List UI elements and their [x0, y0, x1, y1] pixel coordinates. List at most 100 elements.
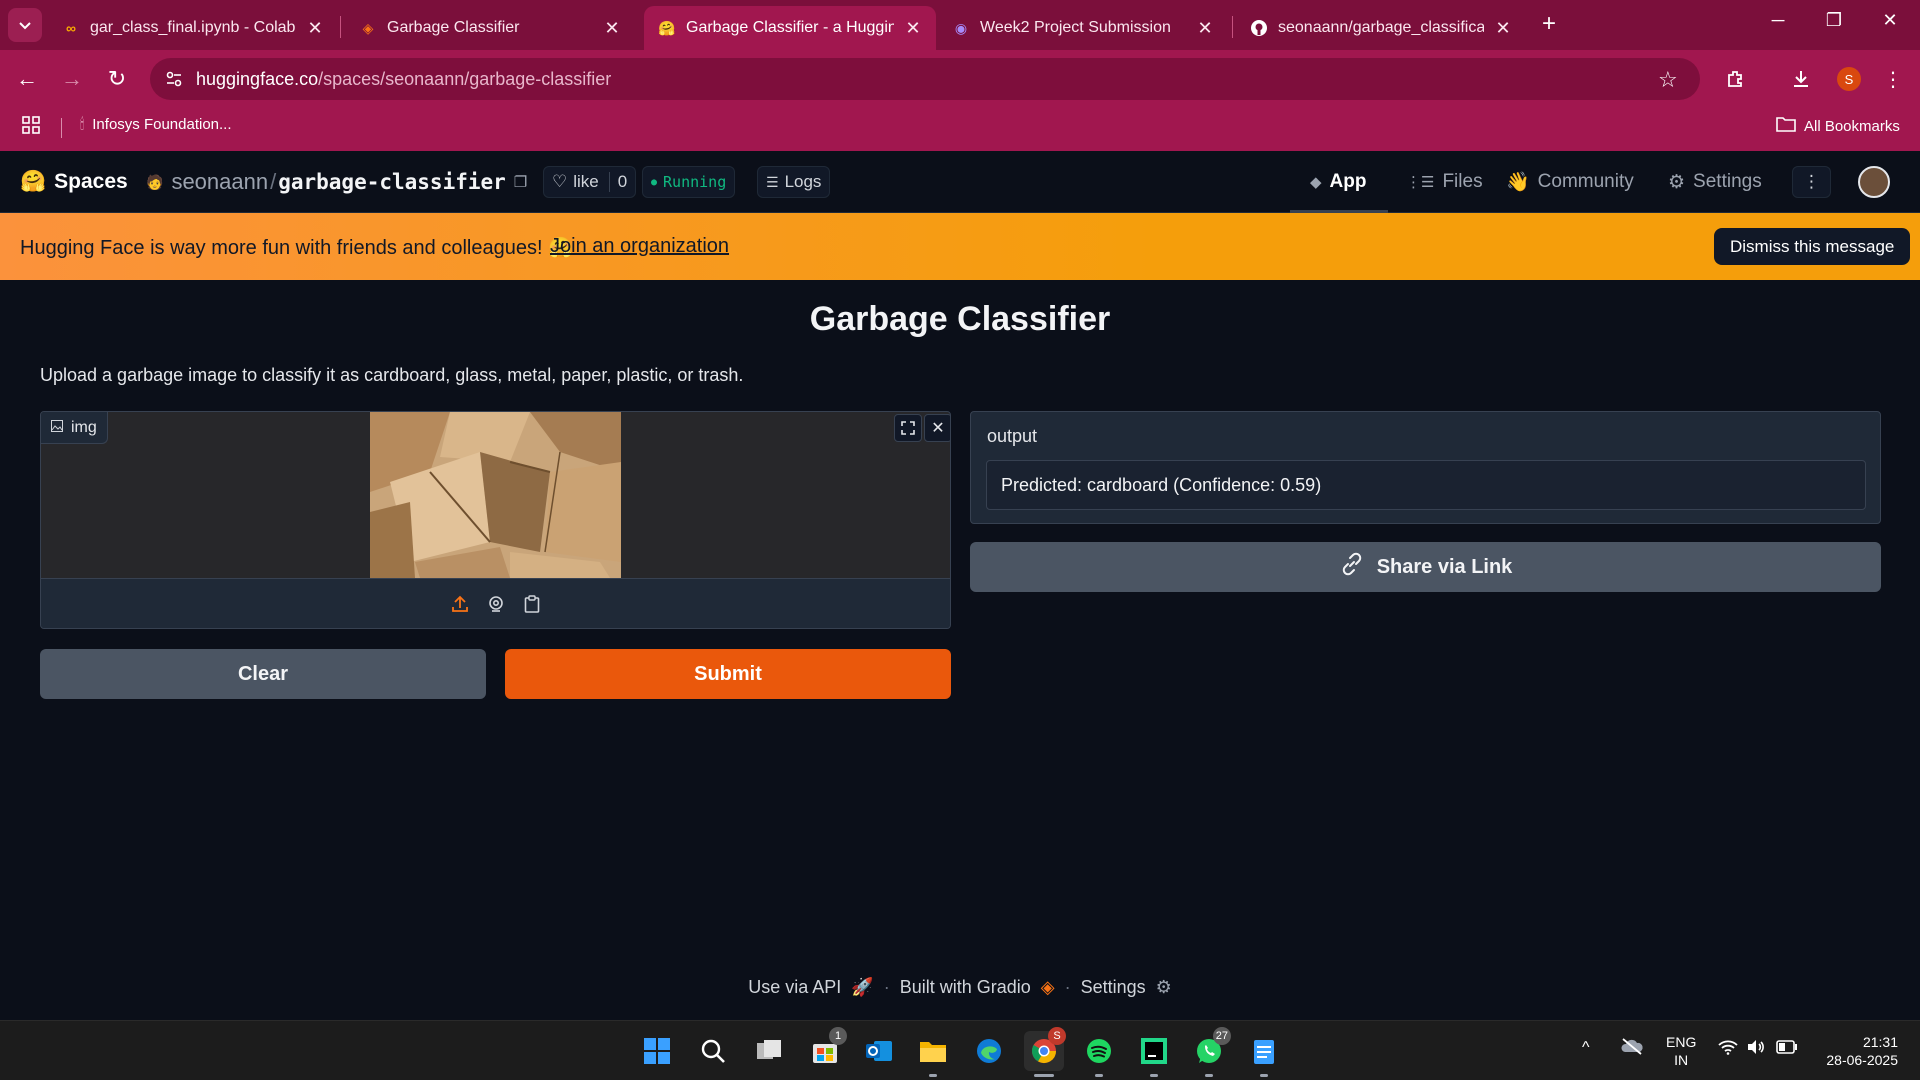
tab-forms[interactable]: ◉ Week2 Project Submission ✕: [938, 6, 1228, 50]
tab-colab[interactable]: ∞ gar_class_final.ipynb - Colab ✕: [48, 6, 338, 50]
logs-button[interactable]: ☰ Logs: [757, 166, 831, 198]
dismiss-button[interactable]: Dismiss this message: [1714, 228, 1911, 265]
built-with-gradio-link[interactable]: Built with Gradio: [900, 977, 1031, 998]
minimize-icon[interactable]: ─: [1758, 10, 1798, 31]
tab-huggingface[interactable]: 🤗 Garbage Classifier - a Hugging Face Sp…: [644, 6, 936, 50]
gradio-app: Garbage Classifier Upload a garbage imag…: [0, 280, 1920, 1020]
apps-grid-icon[interactable]: [22, 116, 40, 134]
tab-title: gar_class_final.ipynb - Colab: [90, 19, 296, 36]
spaces-label: Spaces: [54, 170, 128, 193]
huggingface-icon: 🤗: [658, 19, 676, 36]
share-label: Share via Link: [1376, 555, 1513, 578]
clock[interactable]: 21:31 28-06-2025: [1818, 1033, 1898, 1069]
close-tab-icon[interactable]: ✕: [1196, 18, 1214, 39]
tab-title: Week2 Project Submission: [980, 19, 1171, 36]
spotify-icon[interactable]: [1079, 1031, 1119, 1077]
whatsapp-icon[interactable]: 27: [1189, 1027, 1231, 1077]
new-tab-button[interactable]: +: [1542, 10, 1556, 38]
status-dot-icon: ●: [651, 176, 658, 188]
reload-icon[interactable]: ↻: [100, 62, 134, 96]
browser-toolbar: ← → ↻ huggingface.co/spaces/seonaann/gar…: [0, 50, 1920, 108]
submit-button[interactable]: Submit: [505, 649, 951, 699]
download-icon[interactable]: [1784, 62, 1818, 96]
tab-separator: [340, 16, 341, 38]
like-button[interactable]: ♡ like 0: [543, 166, 637, 198]
running-indicator: [1260, 1074, 1268, 1077]
restore-icon[interactable]: ❐: [1814, 10, 1854, 31]
site-info-icon[interactable]: [164, 69, 184, 94]
edge-icon[interactable]: [969, 1031, 1009, 1071]
nav-app[interactable]: ◆ App: [1310, 151, 1366, 213]
close-tab-icon[interactable]: ✕: [306, 18, 324, 39]
folder-icon: [1776, 116, 1796, 136]
share-via-link-button[interactable]: Share via Link: [970, 542, 1881, 592]
clipboard-icon[interactable]: [521, 593, 543, 615]
bookmark-infosys[interactable]: 🕯 Infosys Foundation...: [80, 116, 232, 133]
onedrive-off-icon[interactable]: [1620, 1037, 1644, 1058]
lang-label: ENG: [1666, 1034, 1697, 1050]
use-via-api-link[interactable]: Use via API: [748, 977, 841, 998]
more-options-button[interactable]: ⋮: [1792, 166, 1831, 198]
extensions-icon[interactable]: [1718, 62, 1752, 96]
notepad-icon[interactable]: [1244, 1031, 1284, 1077]
all-bookmarks-label: All Bookmarks: [1804, 117, 1900, 135]
space-repo[interactable]: garbage-classifier: [278, 170, 506, 194]
nav-settings-label: Settings: [1693, 171, 1762, 192]
nav-community[interactable]: 👋 Community: [1506, 151, 1634, 213]
copy-icon[interactable]: ❐: [514, 173, 527, 191]
logs-icon: ☰: [766, 173, 779, 190]
clear-button[interactable]: Clear: [40, 649, 486, 699]
uploaded-image-preview: [370, 412, 621, 578]
footer-settings-link[interactable]: Settings: [1081, 977, 1146, 998]
huggingface-icon: 🤗: [20, 170, 47, 193]
close-tab-icon[interactable]: ✕: [1494, 18, 1512, 39]
rocket-icon: 🚀: [851, 977, 874, 997]
user-avatar[interactable]: [1858, 166, 1890, 198]
battery-icon[interactable]: [1776, 1040, 1798, 1057]
output-panel: output Predicted: cardboard (Confidence:…: [970, 411, 1881, 524]
window-close-icon[interactable]: ✕: [1870, 10, 1910, 31]
nav-files[interactable]: ⋮☰ Files: [1406, 151, 1483, 213]
volume-icon[interactable]: [1746, 1039, 1766, 1058]
forms-icon: ◉: [954, 19, 968, 36]
fullscreen-icon[interactable]: [894, 414, 922, 442]
tab-github[interactable]: seonaann/garbage_classification ✕: [1236, 6, 1526, 50]
search-icon[interactable]: [693, 1031, 733, 1071]
nav-settings[interactable]: ⚙ Settings: [1668, 151, 1762, 213]
spaces-logo[interactable]: 🤗 Spaces: [20, 151, 128, 213]
forward-icon[interactable]: →: [55, 62, 89, 96]
tab-title: seonaann/garbage_classification: [1278, 19, 1484, 36]
chrome-icon[interactable]: S: [1024, 1027, 1066, 1077]
language-indicator[interactable]: ENG IN: [1666, 1033, 1696, 1069]
webcam-icon[interactable]: [485, 593, 507, 615]
windows-start-icon[interactable]: [637, 1031, 677, 1071]
space-owner[interactable]: seonaann: [171, 169, 268, 195]
owner-avatar-icon: 🧑: [146, 173, 164, 190]
store-icon[interactable]: 1: [805, 1027, 847, 1071]
tab-search-button[interactable]: [8, 8, 42, 42]
file-explorer-icon[interactable]: [913, 1031, 953, 1077]
task-view-icon[interactable]: [749, 1031, 789, 1071]
profile-avatar[interactable]: S: [1837, 67, 1861, 91]
url-host: huggingface.co: [196, 68, 319, 89]
address-bar[interactable]: huggingface.co/spaces/seonaann/garbage-c…: [150, 58, 1700, 100]
path-slash: /: [270, 169, 277, 194]
close-tab-icon[interactable]: ✕: [904, 18, 922, 39]
all-bookmarks[interactable]: All Bookmarks: [1776, 116, 1900, 136]
running-indicator: [1034, 1074, 1054, 1077]
back-icon[interactable]: ←: [10, 62, 44, 96]
bookmark-separator: [61, 118, 62, 138]
bookmark-star-icon[interactable]: ☆: [1658, 67, 1678, 93]
pycharm-icon[interactable]: [1134, 1031, 1174, 1077]
output-textbox[interactable]: Predicted: cardboard (Confidence: 0.59): [986, 460, 1866, 510]
outlook-icon[interactable]: [859, 1031, 899, 1071]
tab-gradio[interactable]: ◈ Garbage Classifier ✕: [345, 6, 635, 50]
clear-image-icon[interactable]: ✕: [924, 414, 950, 442]
upload-icon[interactable]: [449, 593, 471, 615]
join-organization-link[interactable]: Join an organization: [550, 235, 729, 258]
close-tab-icon[interactable]: ✕: [603, 18, 621, 39]
wifi-icon[interactable]: [1718, 1039, 1738, 1058]
menu-kebab-icon[interactable]: ⋮: [1876, 62, 1910, 96]
image-drop-area[interactable]: [41, 412, 950, 578]
chevron-up-icon[interactable]: ^: [1582, 1039, 1590, 1057]
